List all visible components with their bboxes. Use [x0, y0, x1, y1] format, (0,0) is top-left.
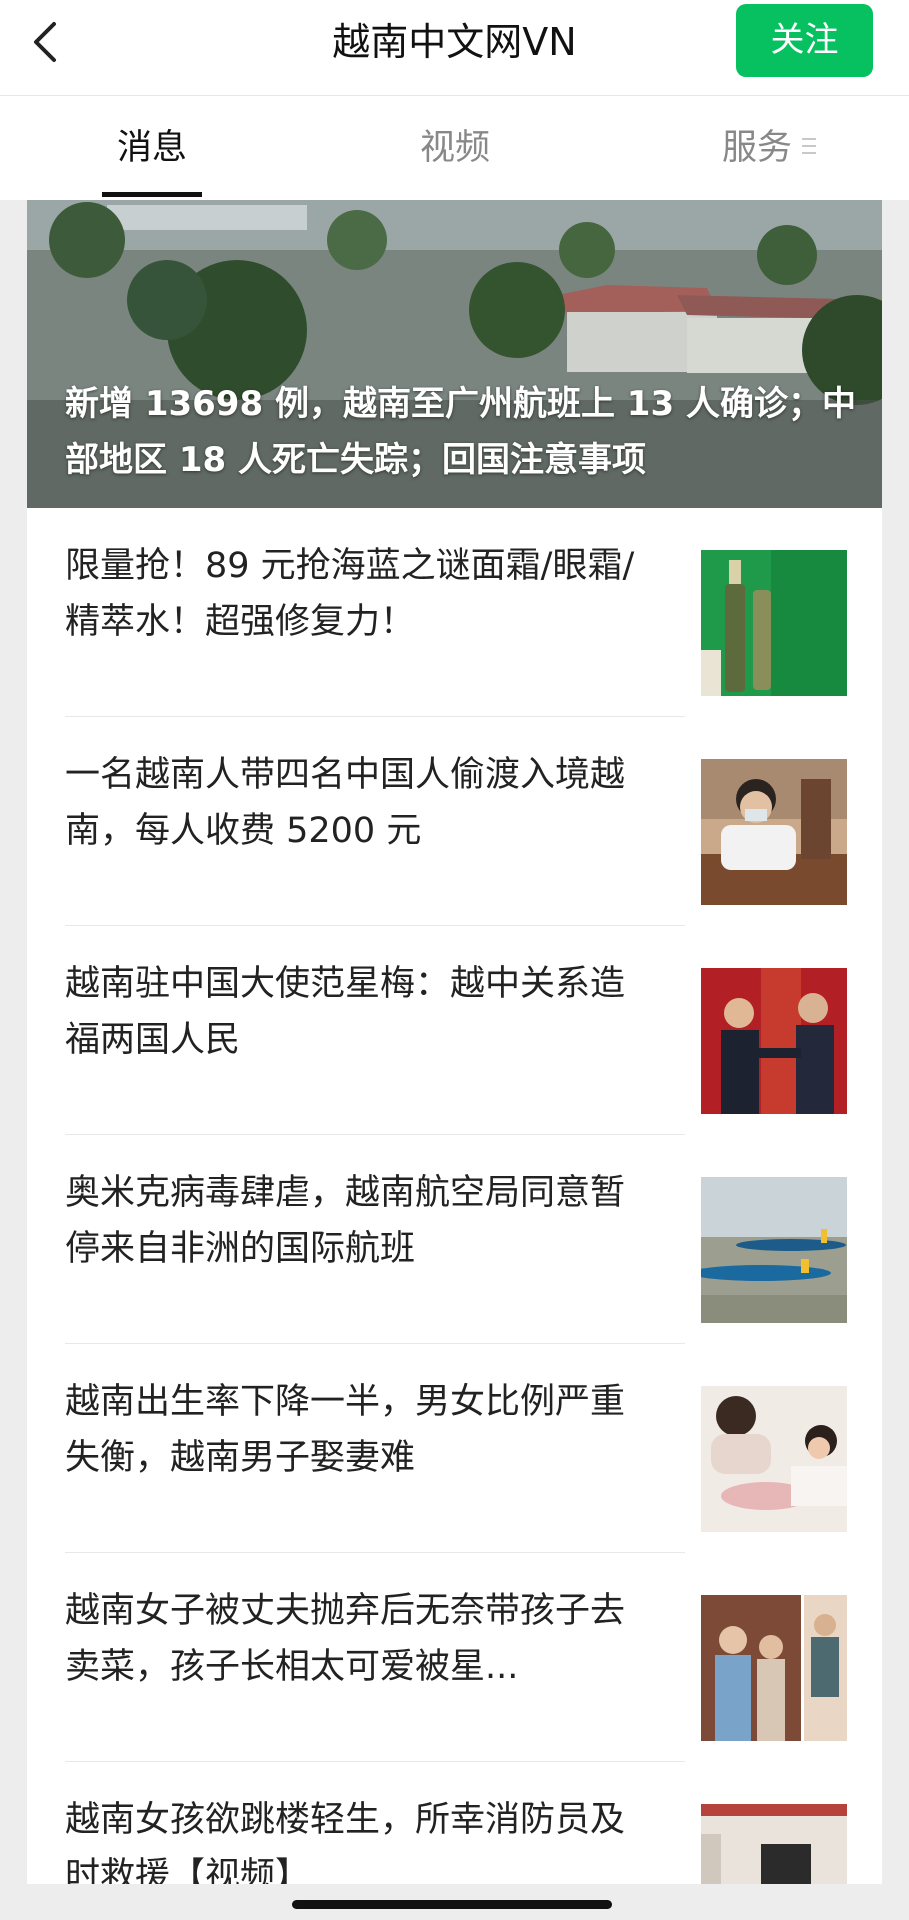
menu-icon: [802, 138, 816, 158]
article-title: 越南女子被丈夫抛弃后无奈带孩子去卖菜，孩子长相太可爱被星...: [65, 1591, 626, 1687]
article-thumbnail: [701, 1595, 847, 1741]
top-bar: 越南中文网VN 关注: [0, 0, 909, 96]
tab-videos[interactable]: 视频: [420, 126, 490, 170]
article-thumbnail: [701, 968, 847, 1114]
article-title: 奥米克病毒肆虐，越南航空局同意暂停来自非洲的国际航班: [65, 1173, 626, 1269]
list-item[interactable]: 限量抢！89 元抢海蓝之谜面霜/眼霜/精萃水！超强修复力！: [27, 508, 882, 717]
tab-messages[interactable]: 消息: [117, 126, 187, 170]
article-feed: 新增 13698 例，越南至广州航班上 13 人确诊；中部地区 18 人死亡失踪…: [27, 200, 882, 1884]
tab-active-indicator: [102, 192, 202, 197]
article-title: 越南驻中国大使范星梅：越中关系造福两国人民: [65, 964, 626, 1060]
article-title: 一名越南人带四名中国人偷渡入境越南，每人收费 5200 元: [65, 755, 626, 851]
tab-bar: 消息 视频 服务: [0, 96, 909, 200]
list-item[interactable]: 奥米克病毒肆虐，越南航空局同意暂停来自非洲的国际航班: [27, 1135, 882, 1344]
article-thumbnail: [701, 1804, 847, 1884]
list-item[interactable]: 越南女孩欲跳楼轻生，所幸消防员及时救援【视频】: [27, 1762, 882, 1884]
article-title: 限量抢！89 元抢海蓝之谜面霜/眼霜/精萃水！超强修复力！: [65, 546, 635, 642]
list-item[interactable]: 越南女子被丈夫抛弃后无奈带孩子去卖菜，孩子长相太可爱被星...: [27, 1553, 882, 1762]
article-thumbnail: [701, 1386, 847, 1532]
article-thumbnail: [701, 1177, 847, 1323]
list-item[interactable]: 一名越南人带四名中国人偷渡入境越南，每人收费 5200 元: [27, 717, 882, 926]
chevron-left-icon[interactable]: [26, 18, 66, 66]
list-item[interactable]: 越南出生率下降一半，男女比例严重失衡，越南男子娶妻难: [27, 1344, 882, 1553]
list-item[interactable]: 越南驻中国大使范星梅：越中关系造福两国人民: [27, 926, 882, 1135]
tab-services[interactable]: 服务: [722, 126, 792, 170]
article-title: 越南出生率下降一半，男女比例严重失衡，越南男子娶妻难: [65, 1382, 626, 1478]
article-title: 越南女孩欲跳楼轻生，所幸消防员及时救援【视频】: [65, 1800, 626, 1884]
article-thumbnail: [701, 550, 847, 696]
hero-headline: 新增 13698 例，越南至广州航班上 13 人确诊；中部地区 18 人死亡失踪…: [65, 384, 856, 480]
home-indicator[interactable]: [292, 1900, 612, 1909]
article-thumbnail: [701, 759, 847, 905]
hero-article[interactable]: 新增 13698 例，越南至广州航班上 13 人确诊；中部地区 18 人死亡失踪…: [27, 200, 882, 508]
follow-button[interactable]: 关注: [736, 4, 873, 77]
